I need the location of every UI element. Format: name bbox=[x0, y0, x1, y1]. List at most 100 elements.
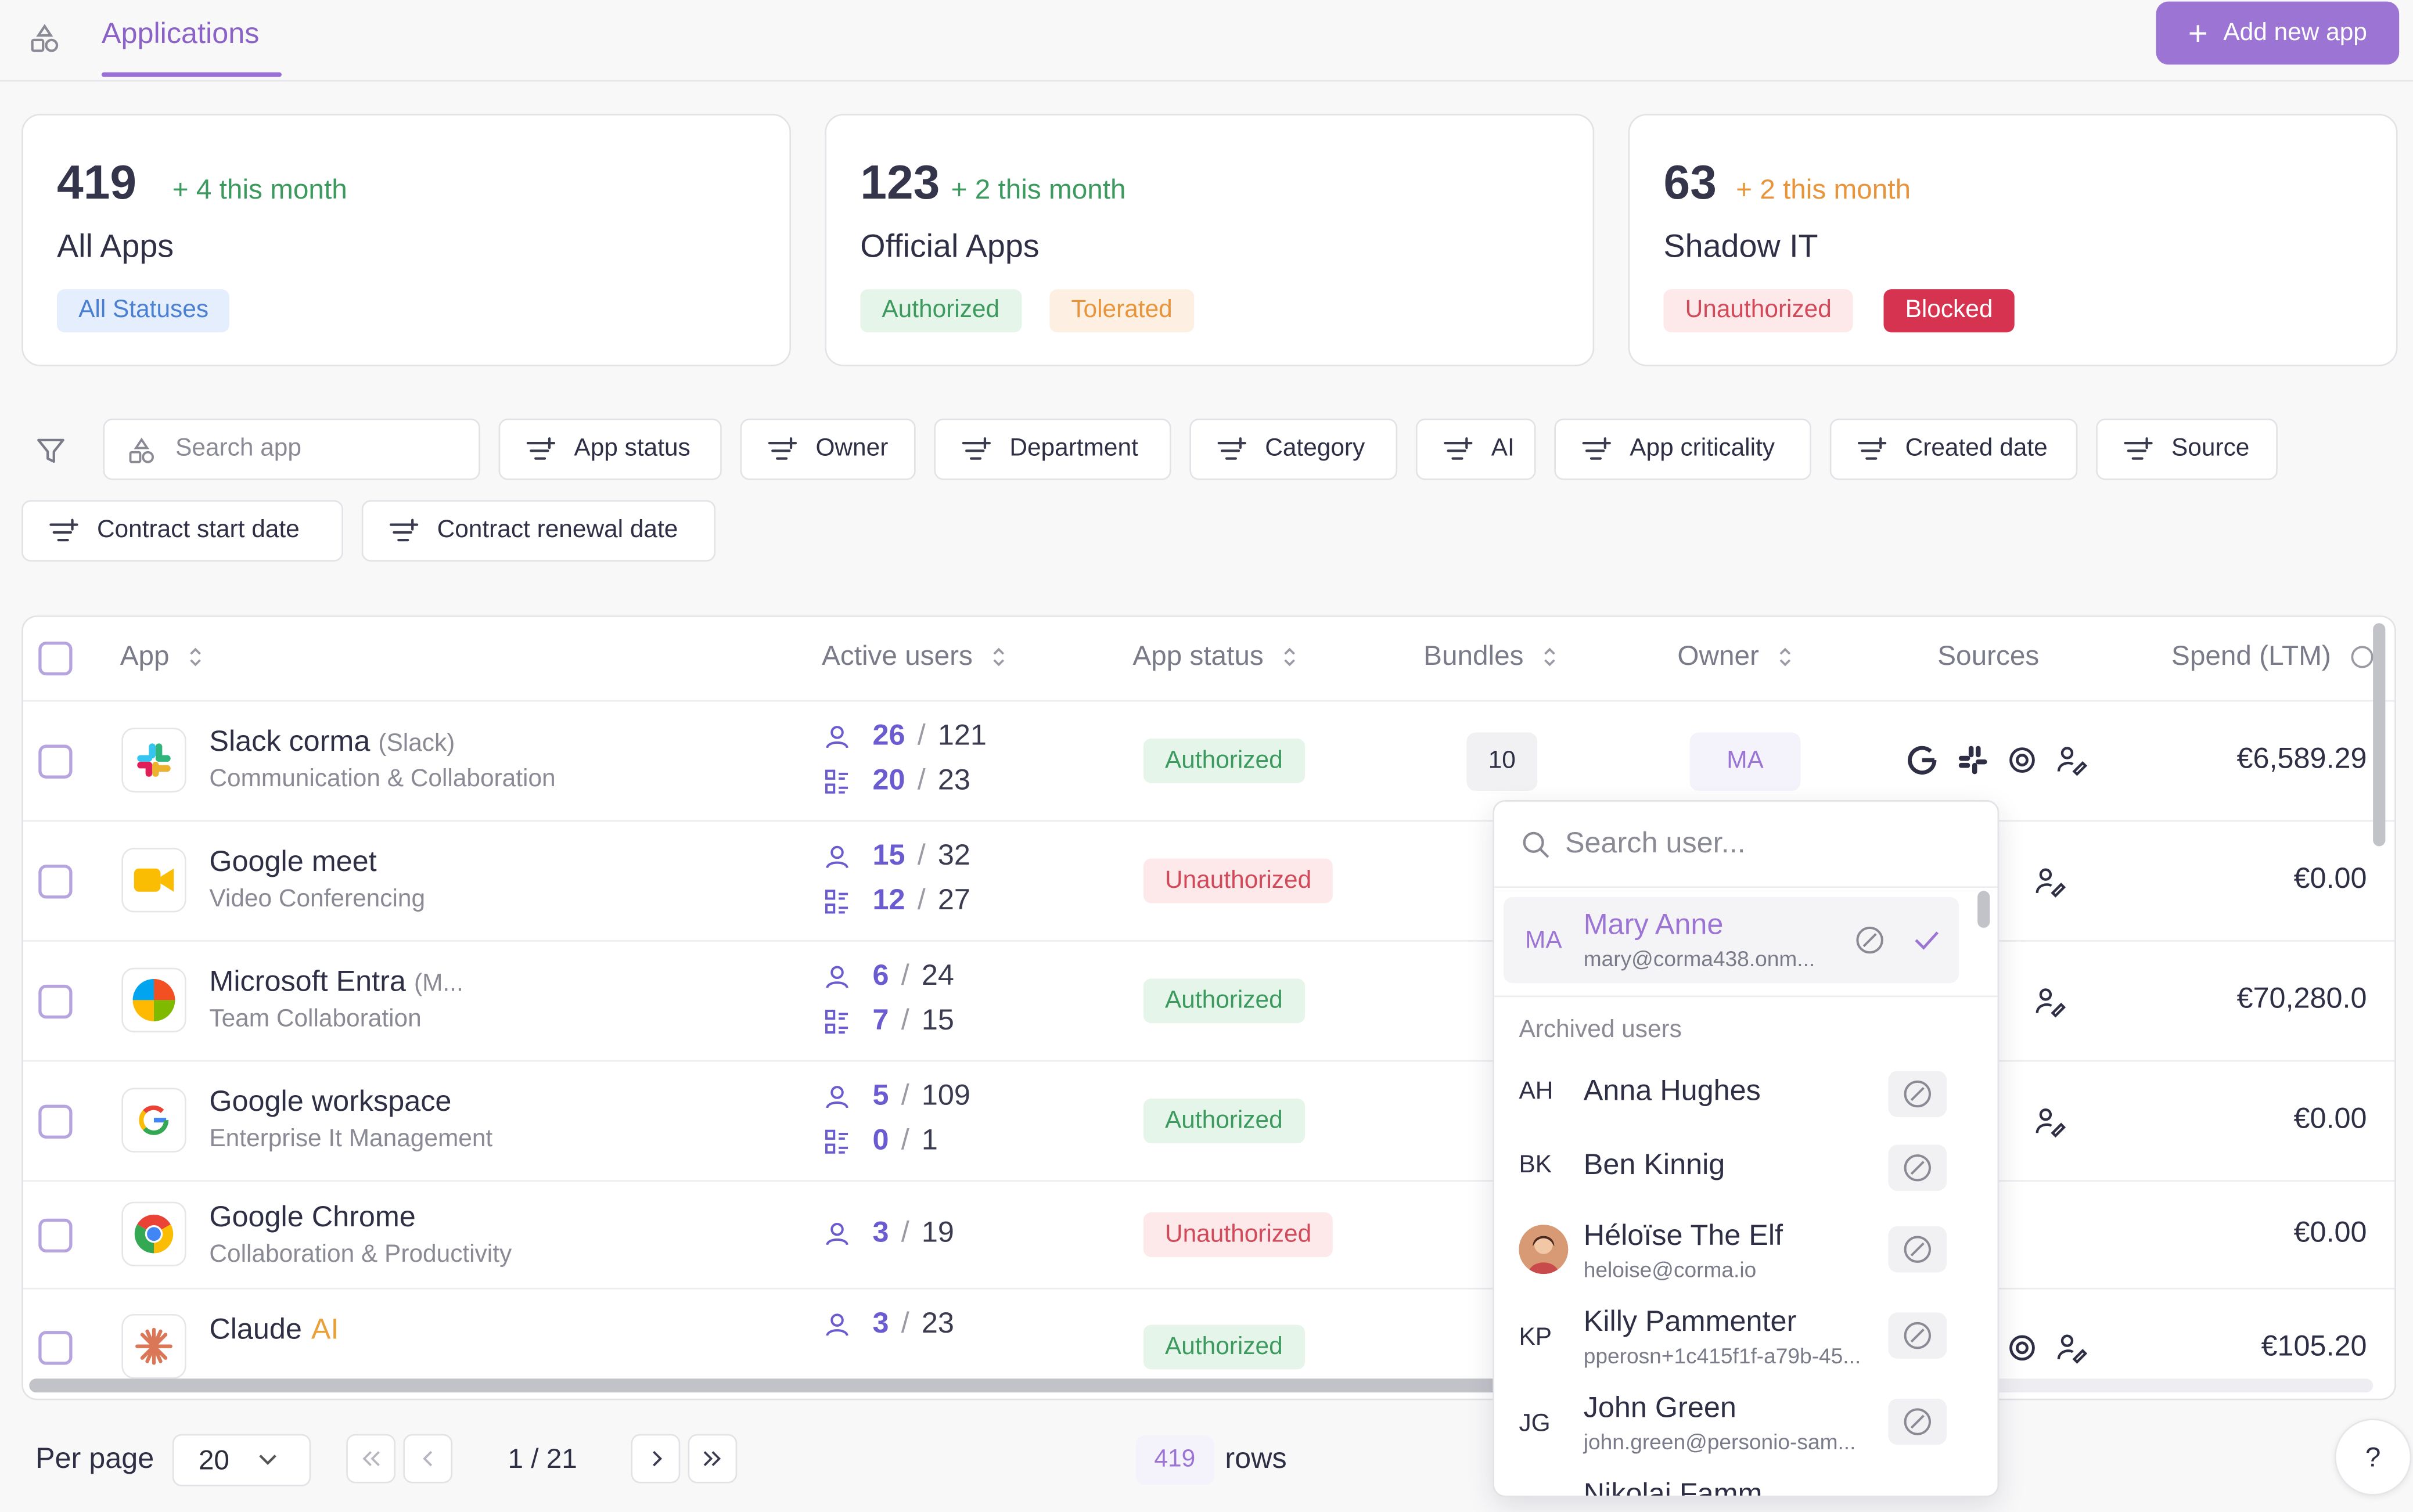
dropdown-scrollbar[interactable] bbox=[1977, 891, 1990, 928]
status-badge[interactable]: Authorized bbox=[1143, 738, 1304, 783]
selected-user-item[interactable]: MA Mary Anne mary@corma438.onm... bbox=[1503, 897, 1959, 984]
card-title: Shadow IT bbox=[1663, 229, 1818, 265]
first-page-button[interactable] bbox=[346, 1434, 396, 1484]
user-icon bbox=[826, 1313, 848, 1336]
card-delta: + 2 this month bbox=[951, 174, 1126, 205]
pill-all-statuses[interactable]: All Statuses bbox=[57, 289, 231, 333]
app-name[interactable]: Google Chrome bbox=[209, 1202, 415, 1236]
user-list-item[interactable]: Héloïse The Elf heloise@corma.io bbox=[1504, 1211, 1959, 1294]
ban-button[interactable] bbox=[1888, 1312, 1947, 1359]
filter-add-icon bbox=[526, 437, 556, 460]
apps-icon bbox=[129, 437, 154, 463]
row-checkbox[interactable] bbox=[38, 744, 73, 779]
per-page-select[interactable]: 20 bbox=[172, 1434, 311, 1486]
column-owner[interactable]: Owner bbox=[1677, 640, 1793, 672]
column-app[interactable]: App bbox=[120, 640, 203, 672]
ban-icon bbox=[1904, 1408, 1931, 1435]
pill-blocked[interactable]: Blocked bbox=[1883, 289, 2015, 333]
row-checkbox[interactable] bbox=[38, 1104, 73, 1139]
app-name[interactable]: Microsoft Entra (M... bbox=[209, 966, 463, 1000]
column-app-status[interactable]: App status bbox=[1132, 640, 1297, 672]
table-row[interactable]: Google Chrome Collaboration & Productivi… bbox=[23, 1182, 2395, 1290]
column-active-users[interactable]: Active users bbox=[822, 640, 1006, 672]
google-icon bbox=[1908, 746, 1937, 775]
pill-authorized[interactable]: Authorized bbox=[860, 289, 1022, 333]
last-page-button[interactable] bbox=[688, 1434, 738, 1484]
filter-label: Owner bbox=[815, 435, 889, 462]
filter-contract-renewal-date[interactable]: Contract renewal date bbox=[361, 500, 716, 562]
app-name[interactable]: Slack corma (Slack) bbox=[209, 726, 455, 760]
app-name[interactable]: Google workspace bbox=[209, 1086, 451, 1120]
filter-icon[interactable] bbox=[34, 434, 67, 467]
user-name: Killy Pammenter bbox=[1583, 1306, 1797, 1339]
filter-created-date[interactable]: Created date bbox=[1829, 418, 2078, 480]
app-name[interactable]: Google meet bbox=[209, 846, 376, 880]
pill-unauthorized[interactable]: Unauthorized bbox=[1663, 289, 1853, 333]
ban-icon[interactable] bbox=[1854, 925, 1885, 956]
user-list-item[interactable]: Nikolai Famm bbox=[1504, 1473, 1959, 1496]
status-badge[interactable]: Authorized bbox=[1143, 978, 1304, 1024]
table-row[interactable]: Slack corma (Slack) Communication & Coll… bbox=[23, 701, 2395, 822]
user-email: pperosn+1c415f1f-a79b-45... bbox=[1583, 1343, 1861, 1368]
list-icon bbox=[825, 1009, 848, 1034]
select-all-checkbox[interactable] bbox=[38, 642, 73, 676]
scrollbar-thumb[interactable] bbox=[2373, 623, 2386, 847]
search-app-box[interactable] bbox=[103, 418, 480, 480]
user-list-item[interactable]: BK Ben Kinnig bbox=[1504, 1131, 1959, 1205]
next-page-button[interactable] bbox=[631, 1434, 681, 1484]
ban-button[interactable] bbox=[1888, 1398, 1947, 1445]
tab-applications[interactable]: Applications bbox=[102, 19, 259, 52]
licensed-users-count: 20/23 bbox=[823, 765, 970, 798]
filter-app-criticality[interactable]: App criticality bbox=[1554, 418, 1811, 480]
ban-button[interactable] bbox=[1888, 1226, 1947, 1273]
column-spend[interactable]: Spend (LTM) bbox=[2171, 640, 2374, 672]
bundle-count[interactable]: 10 bbox=[1466, 732, 1538, 791]
scrollbar-thumb[interactable] bbox=[29, 1378, 1569, 1393]
status-badge[interactable]: Authorized bbox=[1143, 1099, 1304, 1143]
previous-page-button[interactable] bbox=[403, 1434, 453, 1484]
filter-ai[interactable]: AI bbox=[1415, 418, 1536, 480]
row-checkbox[interactable] bbox=[38, 984, 73, 1019]
table-row[interactable]: Microsoft Entra (M... Team Collaboration… bbox=[23, 942, 2395, 1062]
pill-tolerated[interactable]: Tolerated bbox=[1049, 289, 1194, 333]
active-users-count: 15/32 bbox=[823, 840, 970, 874]
filter-source[interactable]: Source bbox=[2096, 418, 2278, 480]
row-checkbox[interactable] bbox=[38, 1331, 73, 1365]
table-row[interactable]: Google workspace Enterprise It Managemen… bbox=[23, 1061, 2395, 1182]
add-new-app-button[interactable]: + Add new app bbox=[2156, 1, 2400, 65]
filter-add-icon bbox=[1857, 437, 1887, 460]
user-list-item[interactable]: KP Killy Pammenter pperosn+1c415f1f-a79b… bbox=[1504, 1300, 1959, 1383]
vertical-scrollbar[interactable] bbox=[2373, 623, 2386, 1377]
ban-button[interactable] bbox=[1888, 1144, 1947, 1191]
status-badge[interactable]: Unauthorized bbox=[1143, 1212, 1333, 1257]
status-badge[interactable]: Authorized bbox=[1143, 1324, 1304, 1370]
user-search-input[interactable] bbox=[1565, 813, 1965, 876]
stat-card-all-apps[interactable]: 419 + 4 this month All Apps All Statuses bbox=[21, 114, 792, 366]
user-list-item[interactable]: JG John Green john.green@personio-sam... bbox=[1504, 1389, 1959, 1473]
filter-category[interactable]: Category bbox=[1189, 418, 1398, 480]
search-app-input[interactable] bbox=[175, 420, 468, 479]
user-list-item[interactable]: AH Anna Hughes bbox=[1504, 1057, 1959, 1131]
row-checkbox[interactable] bbox=[38, 1218, 73, 1253]
filter-department[interactable]: Department bbox=[934, 418, 1171, 480]
row-checkbox[interactable] bbox=[38, 865, 73, 899]
status-badge[interactable]: Unauthorized bbox=[1143, 858, 1333, 903]
column-bundles[interactable]: Bundles bbox=[1423, 640, 1558, 672]
stat-card-official-apps[interactable]: 123 + 2 this month Official Apps Authori… bbox=[825, 114, 1595, 366]
app-name[interactable]: Claude AI bbox=[209, 1314, 339, 1348]
horizontal-scrollbar[interactable] bbox=[29, 1378, 2374, 1393]
apps-icon[interactable] bbox=[28, 21, 62, 55]
manual-user-icon bbox=[2036, 988, 2066, 1018]
ban-button[interactable] bbox=[1888, 1071, 1947, 1117]
filter-contract-start-date[interactable]: Contract start date bbox=[21, 500, 343, 562]
user-email: mary@corma438.onm... bbox=[1583, 946, 1815, 971]
table-row[interactable]: Google meet Video Conferencing 15/32 12/… bbox=[23, 822, 2395, 942]
stat-card-shadow-it[interactable]: 63 + 2 this month Shadow IT Unauthorized… bbox=[1628, 114, 2398, 366]
table-row[interactable]: Claude AI 3/23 Authorized €105.20 bbox=[23, 1290, 2394, 1382]
filter-owner[interactable]: Owner bbox=[740, 418, 916, 480]
owner-badge[interactable]: MA bbox=[1689, 732, 1801, 791]
filter-app-status[interactable]: App status bbox=[498, 418, 722, 480]
user-search-box[interactable] bbox=[1494, 802, 1998, 888]
help-button[interactable]: ? bbox=[2334, 1419, 2412, 1496]
check-icon bbox=[1915, 931, 1939, 950]
